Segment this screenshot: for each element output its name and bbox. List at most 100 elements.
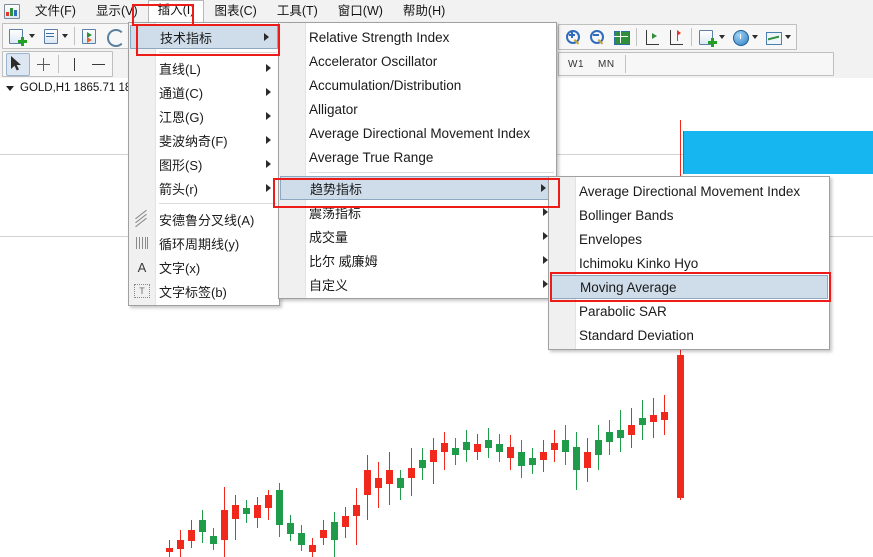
menu-item-b[interactable]: T 文字标签(b) (129, 279, 279, 303)
menu-item-average-directional-movement-index[interactable]: Average Directional Movement Index (549, 179, 829, 203)
menu-item-label: Average Directional Movement Index (579, 183, 801, 199)
menu-item-accumulation-distribution[interactable]: Accumulation/Distribution (279, 73, 556, 97)
timeframe-w1[interactable]: W1 (561, 57, 591, 72)
new-chart-button[interactable] (6, 26, 28, 47)
clock-icon (732, 29, 749, 46)
menubar-item-2[interactable]: 插入(I) (147, 0, 205, 22)
toolbar-separator-4 (691, 28, 692, 46)
menu-item-f[interactable]: 斐波纳奇(F) (129, 128, 279, 152)
sync-button[interactable] (103, 26, 125, 47)
menu-item-parabolic-sar[interactable]: Parabolic SAR (549, 299, 829, 323)
menu-item-[interactable]: 自定义 (279, 272, 556, 296)
trend-indicators-menu[interactable]: Average Directional Movement Index Bollin… (548, 176, 830, 350)
menu-item-a[interactable]: 安德鲁分叉线(A) (129, 207, 279, 231)
menu-item-l[interactable]: 直线(L) (129, 56, 279, 80)
chevron-right-icon (541, 184, 546, 192)
period-dropdown[interactable] (752, 35, 758, 39)
period-button[interactable] (729, 27, 751, 48)
menu-item-envelopes[interactable]: Envelopes (549, 227, 829, 251)
menu-item-label: 循环周期线(y) (159, 236, 240, 252)
technical-indicators-menu[interactable]: Relative Strength Index Accelerator Oscil… (278, 22, 557, 299)
new-order-button[interactable] (39, 26, 61, 47)
zoom-in-button[interactable] (562, 27, 584, 48)
templates-button[interactable] (696, 27, 718, 48)
toolbar-group-standard (2, 23, 129, 49)
menubar-item-5[interactable]: 窗口(W) (328, 1, 393, 22)
chevron-right-icon (266, 136, 271, 144)
menu-item-label: Ichimoku Kinko Hyo (579, 255, 699, 271)
menu-item-label: Accumulation/Distribution (309, 77, 462, 93)
menubar-item-3[interactable]: 图表(C) (204, 1, 266, 22)
menu-item-average-true-range[interactable]: Average True Range (279, 145, 556, 169)
auto-scroll-button[interactable] (665, 27, 687, 48)
cycle-lines-icon (133, 235, 151, 251)
menubar-item-4[interactable]: 工具(T) (267, 1, 328, 22)
chart-selection-rectangle[interactable] (683, 131, 873, 174)
menu-item-bollinger-bands[interactable]: Bollinger Bands (549, 203, 829, 227)
menu-item-label: Envelopes (579, 231, 643, 247)
template-icon (698, 29, 717, 47)
horizontal-line-tool[interactable] (87, 54, 109, 75)
menu-item-ichimoku-kinko-hyo[interactable]: Ichimoku Kinko Hyo (549, 251, 829, 275)
toolbar-separator-2 (58, 55, 59, 73)
zoom-out-button[interactable] (586, 27, 608, 48)
menu-item-label: Average True Range (309, 149, 434, 165)
menu-item-label: 箭头(r) (159, 181, 198, 197)
menu-item-[interactable]: 比尔 威廉姆 (279, 248, 556, 272)
menu-item-label: 图形(S) (159, 157, 203, 173)
expert-advisor-icon (81, 28, 99, 45)
indicators-dropdown[interactable] (785, 35, 791, 39)
indicator-chart-icon (765, 29, 782, 46)
menubar-item-1[interactable]: 显示(V) (86, 1, 148, 22)
menu-item-g[interactable]: 江恩(G) (129, 104, 279, 128)
menu-item-[interactable]: 趋势指标 (280, 176, 555, 200)
menu-item-r[interactable]: 箭头(r) (129, 176, 279, 200)
timeframe-mn[interactable]: MN (591, 57, 622, 72)
timeframe-bar: W1 MN (556, 52, 836, 76)
menu-separator (159, 52, 277, 53)
new-order-dropdown[interactable] (62, 34, 68, 38)
menu-item-s[interactable]: 图形(S) (129, 152, 279, 176)
menu-bar: 文件(F) 显示(V) 插入(I) 图表(C) 工具(T) 窗口(W) 帮助(H) (0, 0, 873, 23)
menu-item-label: Alligator (309, 101, 358, 117)
chevron-right-icon (266, 88, 271, 96)
menu-item-label: 震荡指标 (309, 205, 362, 221)
menu-item-[interactable]: 震荡指标 (279, 200, 556, 224)
menu-item-[interactable]: 成交量 (279, 224, 556, 248)
indicators-button[interactable] (762, 27, 784, 48)
app-chart-icon (3, 3, 21, 19)
menu-item-average-directional-movement-index[interactable]: Average Directional Movement Index (279, 121, 556, 145)
vertical-line-icon (66, 56, 83, 73)
menu-item-relative-strength-index[interactable]: Relative Strength Index (279, 25, 556, 49)
expert-advisors-button[interactable] (79, 26, 101, 47)
menu-item-alligator[interactable]: Alligator (279, 97, 556, 121)
insert-menu[interactable]: 技术指标直线(L) 通道(C) 江恩(G) 斐波纳奇(F) 图形(S) 箭头(r) 安德鲁分… (128, 22, 280, 306)
timeframe-separator (624, 55, 626, 73)
menu-item-y[interactable]: 循环周期线(y) (129, 231, 279, 255)
chart-shift-button[interactable] (641, 27, 663, 48)
crosshair-tool[interactable] (32, 54, 54, 75)
vertical-line-tool[interactable] (63, 54, 85, 75)
auto-scroll-icon (668, 29, 685, 46)
menubar-item-0[interactable]: 文件(F) (25, 1, 86, 22)
menu-item-standard-deviation[interactable]: Standard Deviation (549, 323, 829, 347)
new-chart-icon (8, 28, 27, 46)
menu-item-c[interactable]: 通道(C) (129, 80, 279, 104)
menu-item-x[interactable]: A 文字(x) (129, 255, 279, 279)
templates-dropdown[interactable] (719, 35, 725, 39)
menu-item-moving-average[interactable]: Moving Average (550, 275, 828, 299)
menu-separator (159, 203, 277, 204)
menubar-item-6[interactable]: 帮助(H) (393, 1, 455, 22)
cursor-arrow-icon (10, 55, 27, 73)
menu-item-label: Standard Deviation (579, 327, 694, 343)
menu-item-label: 自定义 (309, 277, 349, 293)
menu-item-label: 安德鲁分叉线(A) (159, 212, 255, 228)
toolbar-right (556, 24, 799, 50)
chevron-down-icon[interactable] (6, 85, 14, 91)
menu-item-accelerator-oscillator[interactable]: Accelerator Oscillator (279, 49, 556, 73)
menu-item-label: 通道(C) (159, 85, 204, 101)
new-chart-dropdown[interactable] (29, 34, 35, 38)
tile-windows-button[interactable] (610, 27, 632, 48)
menu-item-[interactable]: 技术指标 (130, 25, 278, 49)
cursor-tool[interactable] (6, 52, 30, 76)
